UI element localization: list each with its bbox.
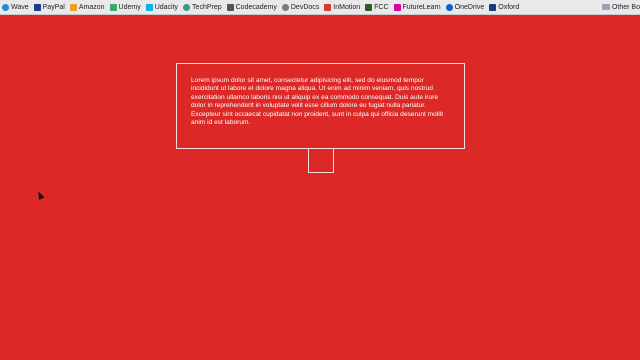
onedrive-icon <box>445 3 453 11</box>
tab-box <box>308 148 334 173</box>
bookmark-label: Wave <box>11 3 29 11</box>
futurelearn-icon <box>393 3 401 11</box>
bookmark-label: DevDocs <box>290 3 320 11</box>
bookmark-udemy[interactable]: Udemy <box>109 3 141 11</box>
bookmark-label: Codecademy <box>235 3 277 11</box>
bookmark-label: FutureLearn <box>402 3 441 11</box>
page-canvas: Lorem ipsum dolor sit amet, consectetur … <box>0 15 640 360</box>
other-bookmarks-label: Other Bo <box>611 3 640 11</box>
bookmark-label: Oxford <box>498 3 520 11</box>
amazon-icon <box>69 3 77 11</box>
bookmark-label: Amazon <box>78 3 105 11</box>
bookmarks-bar: Wave PayPal Amazon Udemy Udacity TechPrep Code… <box>0 0 640 15</box>
bookmark-udacity[interactable]: Udacity <box>145 3 179 11</box>
bookmark-label: FCC <box>374 3 389 11</box>
oxford-icon <box>489 3 497 11</box>
bookmark-amazon[interactable]: Amazon <box>69 3 105 11</box>
folder-icon <box>601 4 610 10</box>
udemy-icon <box>109 3 117 11</box>
devdocs-icon <box>281 3 289 11</box>
fcc-icon <box>365 3 373 11</box>
inmotion-icon <box>324 3 332 11</box>
bookmark-label: TechPrep <box>192 3 222 11</box>
lorem-paragraph: Lorem ipsum dolor sit amet, consectetur … <box>191 77 444 127</box>
codecademy-icon <box>226 3 234 11</box>
bookmark-onedrive[interactable]: OneDrive <box>445 3 485 11</box>
bookmark-futurelearn[interactable]: FutureLearn <box>393 3 441 11</box>
text-box: Lorem ipsum dolor sit amet, consectetur … <box>176 63 465 149</box>
bookmark-devdocs[interactable]: DevDocs <box>281 3 320 11</box>
bookmark-label: Udemy <box>118 3 141 11</box>
bookmark-wave[interactable]: Wave <box>2 3 29 11</box>
bookmark-label: PayPal <box>42 3 65 11</box>
mouse-cursor-icon <box>35 190 45 200</box>
bookmark-paypal[interactable]: PayPal <box>33 3 65 11</box>
udacity-icon <box>145 3 153 11</box>
bookmark-inmotion[interactable]: InMotion <box>324 3 361 11</box>
techprep-icon <box>183 3 191 11</box>
bookmark-fcc[interactable]: FCC <box>365 3 389 11</box>
bookmark-label: InMotion <box>333 3 361 11</box>
bookmark-oxford[interactable]: Oxford <box>489 3 520 11</box>
wave-icon <box>2 3 9 11</box>
other-bookmarks-button[interactable]: Other Bo <box>599 0 640 14</box>
bookmark-label: Udacity <box>154 3 179 11</box>
bookmark-label: OneDrive <box>454 3 485 11</box>
paypal-icon <box>33 3 41 11</box>
bookmark-codecademy[interactable]: Codecademy <box>226 3 277 11</box>
bookmark-techprep[interactable]: TechPrep <box>183 3 222 11</box>
